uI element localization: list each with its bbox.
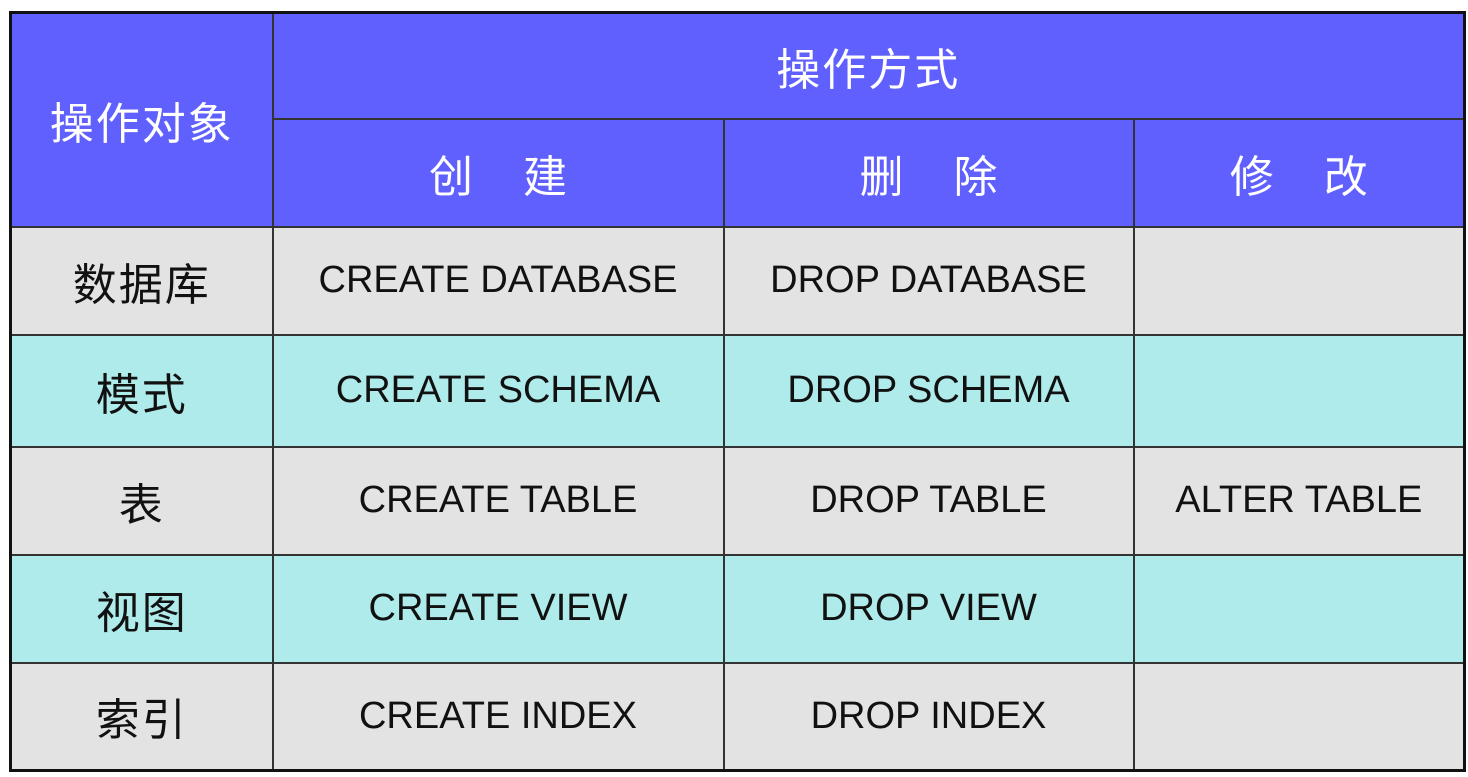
create-cell: CREATE TABLE [271,445,725,556]
header-drop-cell: 删 除 [722,117,1135,228]
drop-cell: DROP INDEX [722,661,1135,772]
create-cell: CREATE SCHEMA [271,333,725,448]
create-cell: CREATE INDEX [271,661,725,772]
alter-cell [1132,661,1466,772]
table-row: 数据库 CREATE DATABASE DROP DATABASE [9,225,1466,336]
alter-cell [1132,225,1466,336]
table-row: 索引 CREATE INDEX DROP INDEX [9,661,1466,772]
header-alter-cell: 修 改 [1132,117,1466,228]
object-cell: 数据库 [9,225,274,336]
object-cell: 模式 [9,333,274,448]
object-cell: 索引 [9,661,274,772]
table-row: 表 CREATE TABLE DROP TABLE ALTER TABLE [9,445,1466,556]
header-create-cell: 创 建 [271,117,725,228]
create-cell: CREATE DATABASE [271,225,725,336]
object-cell: 表 [9,445,274,556]
alter-cell: ALTER TABLE [1132,445,1466,556]
header-object-cell: 操作对象 [9,11,274,228]
object-cell: 视图 [9,553,274,664]
alter-cell [1132,333,1466,448]
table-row: 模式 CREATE SCHEMA DROP SCHEMA [9,333,1466,448]
drop-cell: DROP SCHEMA [722,333,1135,448]
header-row-top: 操作对象 操作方式 [9,11,1466,228]
drop-cell: DROP TABLE [722,445,1135,556]
sql-operations-table: 操作对象 操作方式 创 建 删 除 修 改 数据库 CREATE DATABAS… [9,11,1467,772]
table-row: 视图 CREATE VIEW DROP VIEW [9,553,1466,664]
create-cell: CREATE VIEW [271,553,725,664]
header-method-cell: 操作方式 [271,11,1466,120]
drop-cell: DROP VIEW [722,553,1135,664]
drop-cell: DROP DATABASE [722,225,1135,336]
alter-cell [1132,553,1466,664]
